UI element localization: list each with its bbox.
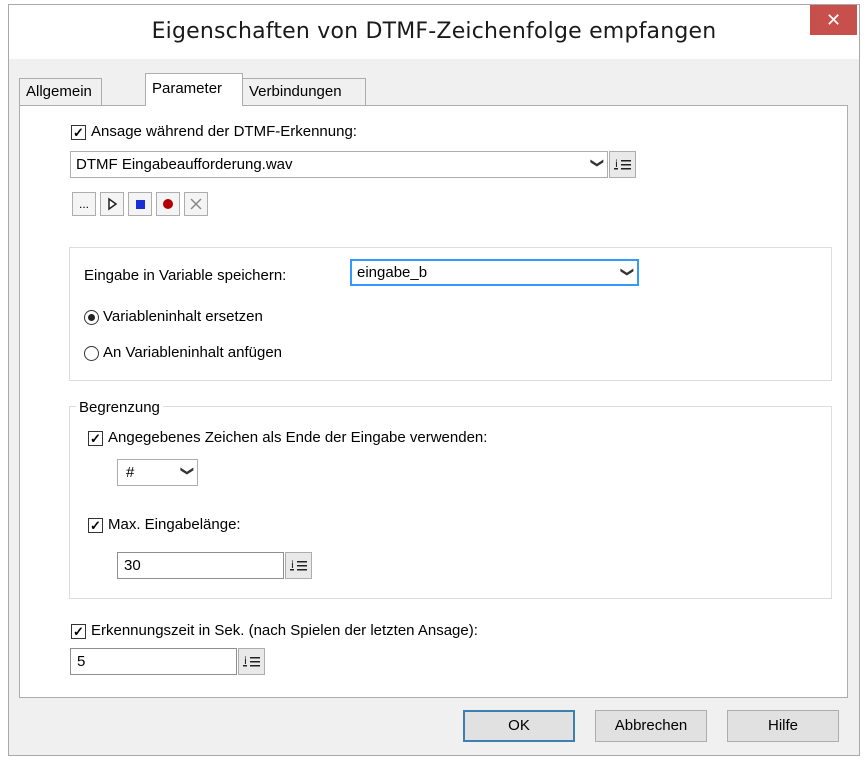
max-length-label: Max. Eingabelänge:: [108, 516, 241, 533]
browse-icon: ...: [78, 197, 89, 211]
variable-select[interactable]: eingabe_b ❯: [350, 259, 639, 286]
timeout-variable-button[interactable]: i: [238, 648, 265, 675]
announcement-file-value: DTMF Eingabeaufforderung.wav: [76, 156, 293, 173]
record-button[interactable]: [156, 192, 180, 216]
tab-panel-parameter: ✓ Ansage während der DTMF-Erkennung: DTM…: [19, 105, 848, 698]
announcement-file-select[interactable]: DTMF Eingabeaufforderung.wav ❯: [70, 151, 608, 178]
limit-group-title: Begrenzung: [76, 399, 163, 416]
max-length-checkbox[interactable]: ✓: [88, 518, 103, 533]
cancel-button[interactable]: Abbrechen: [595, 710, 707, 742]
end-char-label: Angegebenes Zeichen als Ende der Eingabe…: [108, 429, 488, 446]
browse-button[interactable]: ...: [72, 192, 96, 216]
timeout-label: Erkennungszeit in Sek. (nach Spielen der…: [91, 622, 478, 639]
chevron-down-icon: ❯: [620, 266, 636, 278]
tab-verbindungen[interactable]: Verbindungen: [242, 78, 366, 106]
timeout-checkbox[interactable]: ✓: [71, 624, 86, 639]
radio-append-label: An Variableninhalt anfügen: [103, 344, 283, 361]
announcement-variable-button[interactable]: i: [609, 151, 636, 178]
ok-button[interactable]: OK: [463, 710, 575, 742]
delete-icon: [190, 198, 202, 210]
max-length-variable-button[interactable]: i: [285, 552, 312, 579]
window-title: Eigenschaften von DTMF-Zeichenfolge empf…: [151, 19, 717, 44]
announcement-checkbox[interactable]: ✓: [71, 125, 86, 140]
variable-label: Eingabe in Variable speichern:: [84, 267, 287, 284]
close-icon: ✕: [825, 10, 842, 30]
radio-replace-label: Variableninhalt ersetzen: [103, 308, 263, 325]
variable-list-icon: i: [243, 656, 260, 667]
end-char-select[interactable]: # ❯: [117, 459, 198, 486]
radio-selected-dot: [88, 314, 95, 321]
record-icon: [163, 199, 173, 209]
delete-button[interactable]: [184, 192, 208, 216]
title-bar: Eigenschaften von DTMF-Zeichenfolge empf…: [9, 5, 859, 59]
stop-button[interactable]: [128, 192, 152, 216]
end-char-value: #: [126, 464, 135, 481]
chevron-down-icon: ❯: [590, 157, 606, 169]
announcement-label: Ansage während der DTMF-Erkennung:: [91, 123, 357, 140]
timeout-input[interactable]: 5: [70, 648, 237, 675]
max-length-input[interactable]: 30: [117, 552, 284, 579]
end-char-checkbox[interactable]: ✓: [88, 431, 103, 446]
chevron-down-icon: ❯: [180, 465, 196, 477]
variable-value: eingabe_b: [357, 264, 428, 281]
dialog-window: Eigenschaften von DTMF-Zeichenfolge empf…: [8, 4, 860, 756]
help-button[interactable]: Hilfe: [727, 710, 839, 742]
radio-append[interactable]: [84, 346, 99, 361]
tab-parameter[interactable]: Parameter: [145, 73, 243, 106]
play-icon: [108, 197, 118, 211]
tab-allgemein[interactable]: Allgemein: [19, 78, 102, 106]
play-button[interactable]: [100, 192, 124, 216]
radio-replace[interactable]: [84, 310, 99, 325]
variable-list-icon: i: [290, 560, 307, 571]
stop-icon: [136, 200, 145, 209]
close-button[interactable]: ✕: [810, 5, 857, 35]
variable-list-icon: i: [614, 159, 631, 170]
